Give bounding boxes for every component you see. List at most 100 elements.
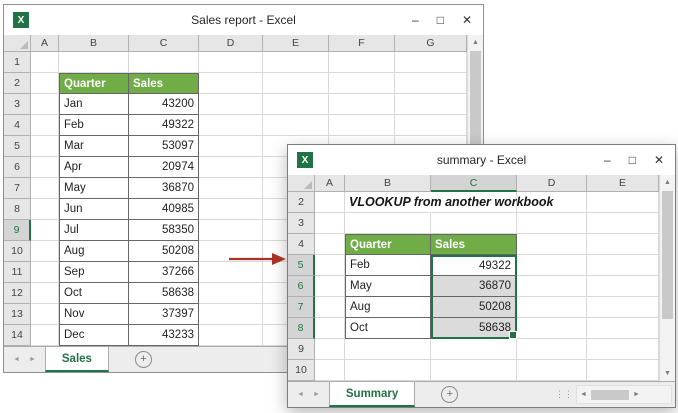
cell-D14[interactable] (199, 325, 263, 346)
cell-B5[interactable]: Feb (345, 255, 431, 276)
cell-C10[interactable]: 50208 (129, 241, 199, 262)
minimize-button[interactable]: – (604, 153, 611, 167)
column-header-C[interactable]: C (431, 175, 517, 192)
hscroll-thumb[interactable] (590, 389, 629, 400)
cell-A5[interactable] (315, 255, 345, 276)
next-sheet-icon[interactable]: ► (313, 391, 320, 398)
column-header-G[interactable]: G (395, 35, 467, 52)
cell-A9[interactable] (31, 220, 59, 241)
cell-A4[interactable] (315, 234, 345, 255)
row-header-4[interactable]: 4 (4, 115, 31, 136)
titlebar-sales-report[interactable]: X Sales report - Excel – □ ✕ (4, 5, 483, 35)
cell-A10[interactable] (31, 241, 59, 262)
select-all-corner[interactable] (288, 175, 315, 192)
cell-D7[interactable] (199, 178, 263, 199)
fill-handle[interactable] (509, 331, 517, 339)
cell-F2[interactable] (329, 73, 395, 94)
cell-D3[interactable] (517, 213, 587, 234)
close-button[interactable]: ✕ (462, 13, 472, 27)
cell-B3[interactable] (345, 213, 431, 234)
column-header-E[interactable]: E (587, 175, 659, 192)
cell-C3[interactable] (431, 213, 517, 234)
cell-D10[interactable] (517, 360, 587, 381)
row-header-6[interactable]: 6 (4, 157, 31, 178)
row-header-5[interactable]: 5 (288, 255, 315, 276)
scroll-right-icon[interactable]: ► (630, 391, 643, 398)
cell-C5[interactable]: 53097 (129, 136, 199, 157)
maximize-button[interactable]: □ (629, 153, 636, 167)
row-header-10[interactable]: 10 (4, 241, 31, 262)
cell-C9[interactable]: 58350 (129, 220, 199, 241)
cell-E9[interactable] (587, 339, 659, 360)
cell-F3[interactable] (329, 94, 395, 115)
cell-B1[interactable] (59, 52, 129, 73)
cell-E7[interactable] (587, 297, 659, 318)
cell-B6[interactable]: Apr (59, 157, 129, 178)
column-header-A[interactable]: A (315, 175, 345, 192)
cell-B5[interactable]: Mar (59, 136, 129, 157)
cell-C11[interactable]: 37266 (129, 262, 199, 283)
titlebar-summary[interactable]: X summary - Excel – □ ✕ (288, 145, 675, 175)
row-header-1[interactable]: 1 (4, 52, 31, 73)
cell-B9[interactable] (345, 339, 431, 360)
cell-A8[interactable] (315, 318, 345, 339)
column-header-F[interactable]: F (329, 35, 395, 52)
cell-D13[interactable] (199, 304, 263, 325)
cell-C4[interactable]: 49322 (129, 115, 199, 136)
cell-C2[interactable]: Sales (129, 73, 199, 94)
column-header-B[interactable]: B (345, 175, 431, 192)
cell-D8[interactable] (199, 199, 263, 220)
cell-B8[interactable]: Oct (345, 318, 431, 339)
cell-D4[interactable] (517, 234, 587, 255)
cell-A2[interactable] (315, 192, 345, 213)
cell-A9[interactable] (315, 339, 345, 360)
cell-B4[interactable]: Quarter (345, 234, 431, 255)
sheet-nav-arrows[interactable]: ◄ ► (4, 347, 45, 372)
cell-C13[interactable]: 37397 (129, 304, 199, 325)
cell-G1[interactable] (395, 52, 467, 73)
select-all-corner[interactable] (4, 35, 31, 52)
cell-C6[interactable]: 36870 (431, 276, 517, 297)
row-header-5[interactable]: 5 (4, 136, 31, 157)
cell-E3[interactable] (263, 94, 329, 115)
cell-B8[interactable]: Jun (59, 199, 129, 220)
cell-B11[interactable]: Sep (59, 262, 129, 283)
cell-E2[interactable] (587, 192, 659, 213)
cell-A11[interactable] (31, 262, 59, 283)
scroll-up-icon[interactable]: ▲ (660, 176, 675, 189)
minimize-button[interactable]: – (412, 13, 419, 27)
scroll-down-icon[interactable]: ▼ (660, 367, 675, 380)
column-header-C[interactable]: C (129, 35, 199, 52)
column-header-B[interactable]: B (59, 35, 129, 52)
row-header-7[interactable]: 7 (288, 297, 315, 318)
cell-D1[interactable] (199, 52, 263, 73)
cell-B10[interactable] (345, 360, 431, 381)
cell-A4[interactable] (31, 115, 59, 136)
column-header-D[interactable]: D (199, 35, 263, 52)
cell-E6[interactable] (587, 276, 659, 297)
cell-D3[interactable] (199, 94, 263, 115)
cell-E3[interactable] (587, 213, 659, 234)
cell-G2[interactable] (395, 73, 467, 94)
cell-D6[interactable] (199, 157, 263, 178)
cell-C7[interactable]: 50208 (431, 297, 517, 318)
cell-A3[interactable] (31, 94, 59, 115)
cell-E4[interactable] (587, 234, 659, 255)
cell-A6[interactable] (31, 157, 59, 178)
scrollbar-thumb[interactable] (662, 191, 673, 319)
column-header-A[interactable]: A (31, 35, 59, 52)
cell-D8[interactable] (517, 318, 587, 339)
cell-D5[interactable] (517, 255, 587, 276)
cell-A6[interactable] (315, 276, 345, 297)
cell-D5[interactable] (199, 136, 263, 157)
cell-C1[interactable] (129, 52, 199, 73)
sheet-tab-sales[interactable]: Sales (44, 347, 109, 372)
cell-D6[interactable] (517, 276, 587, 297)
row-header-4[interactable]: 4 (288, 234, 315, 255)
scrollbar-thumb[interactable] (470, 51, 481, 155)
cell-C12[interactable]: 58638 (129, 283, 199, 304)
cell-B12[interactable]: Oct (59, 283, 129, 304)
cell-E5[interactable] (587, 255, 659, 276)
prev-sheet-icon[interactable]: ◄ (13, 356, 20, 363)
cell-E1[interactable] (263, 52, 329, 73)
